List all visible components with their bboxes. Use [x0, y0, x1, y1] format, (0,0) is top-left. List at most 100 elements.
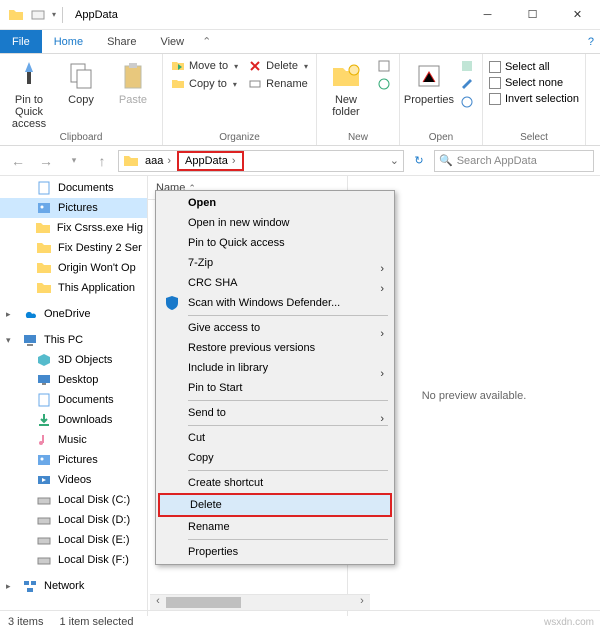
new-folder-button[interactable]: New folder: [321, 56, 371, 118]
close-button[interactable]: ✕: [555, 0, 600, 30]
nav-item[interactable]: Fix Csrss.exe Hig: [0, 218, 147, 238]
forward-button[interactable]: →: [34, 149, 58, 173]
context-item-include-in-library[interactable]: Include in library: [158, 358, 392, 378]
context-item-cut[interactable]: Cut: [158, 428, 392, 448]
nav-item[interactable]: Pictures: [0, 450, 147, 470]
help-icon[interactable]: ?: [582, 30, 600, 53]
nav-item[interactable]: Videos: [0, 470, 147, 490]
easy-access-button[interactable]: [373, 76, 395, 92]
tab-view[interactable]: View: [148, 30, 196, 53]
folder-icon: [36, 260, 52, 276]
folder-icon: [8, 7, 24, 23]
edit-button[interactable]: [456, 76, 478, 92]
breadcrumb-item[interactable]: aaa: [141, 155, 175, 167]
tab-share[interactable]: Share: [95, 30, 148, 53]
paste-icon: [117, 60, 149, 92]
context-item-pin-to-quick-access[interactable]: Pin to Quick access: [158, 233, 392, 253]
refresh-button[interactable]: ↻: [408, 150, 430, 172]
breadcrumb[interactable]: aaa AppData ⌄: [118, 150, 404, 172]
nav-item-label: This PC: [44, 334, 83, 346]
nav-item[interactable]: ▸ Network: [0, 576, 147, 596]
expand-icon[interactable]: ▾: [6, 335, 16, 346]
select-none-button[interactable]: Select none: [487, 76, 581, 90]
nav-item[interactable]: Downloads: [0, 410, 147, 430]
context-item-copy[interactable]: Copy: [158, 448, 392, 468]
nav-item[interactable]: Local Disk (C:): [0, 490, 147, 510]
context-item-scan-with-windows-defender-[interactable]: Scan with Windows Defender...: [158, 293, 392, 313]
copy-button[interactable]: Copy: [56, 56, 106, 106]
select-all-button[interactable]: Select all: [487, 60, 581, 74]
nav-item[interactable]: This Application: [0, 278, 147, 298]
context-item-7-zip[interactable]: 7-Zip: [158, 253, 392, 273]
nav-item[interactable]: Fix Destiny 2 Ser: [0, 238, 147, 258]
context-item-properties[interactable]: Properties: [158, 542, 392, 562]
nav-item[interactable]: Origin Won't Op: [0, 258, 147, 278]
nav-item[interactable]: ▾ This PC: [0, 330, 147, 350]
copy-to-button[interactable]: Copy to: [167, 76, 242, 92]
dropdown-icon[interactable]: ⌄: [390, 154, 399, 167]
context-item-open[interactable]: Open: [158, 193, 392, 213]
open-icon: [460, 59, 474, 73]
nav-item-label: Documents: [58, 394, 114, 406]
file-tab[interactable]: File: [0, 30, 42, 53]
expand-icon[interactable]: ▸: [6, 581, 16, 592]
open-button[interactable]: [456, 58, 478, 74]
quick-access-toolbar: ▾: [8, 7, 67, 23]
nav-item[interactable]: 3D Objects: [0, 350, 147, 370]
nav-pane: DocumentsPicturesFix Csrss.exe HigFix De…: [0, 176, 148, 616]
nav-item-label: 3D Objects: [58, 354, 112, 366]
nav-item[interactable]: Local Disk (F:): [0, 550, 147, 570]
context-item-send-to[interactable]: Send to: [158, 403, 392, 423]
context-item-label: Open: [188, 197, 216, 209]
minimize-button[interactable]: ─: [465, 0, 510, 30]
new-item-button[interactable]: [373, 58, 395, 74]
horizontal-scrollbar[interactable]: ‹ ›: [150, 594, 370, 610]
easy-access-icon: [377, 77, 391, 91]
back-button[interactable]: ←: [6, 149, 30, 173]
search-input[interactable]: 🔍 Search AppData: [434, 150, 594, 172]
scroll-thumb[interactable]: [166, 597, 241, 608]
scroll-left-icon[interactable]: ‹: [150, 595, 166, 610]
breadcrumb-item-appdata[interactable]: AppData: [177, 151, 243, 171]
nav-item-label: Desktop: [58, 374, 98, 386]
move-to-button[interactable]: Move to: [167, 58, 242, 74]
nav-item[interactable]: Local Disk (E:): [0, 530, 147, 550]
qat-dropdown-icon[interactable]: ▾: [52, 10, 56, 19]
context-separator: [188, 400, 388, 401]
expand-icon[interactable]: ▸: [6, 309, 16, 320]
context-item-create-shortcut[interactable]: Create shortcut: [158, 473, 392, 493]
nav-item[interactable]: Local Disk (D:): [0, 510, 147, 530]
context-item-restore-previous-versions[interactable]: Restore previous versions: [158, 338, 392, 358]
delete-button[interactable]: Delete: [244, 58, 312, 74]
nav-item[interactable]: Pictures: [0, 198, 147, 218]
history-button[interactable]: [456, 94, 478, 110]
folder-icon: [35, 220, 51, 236]
rename-button[interactable]: Rename: [244, 76, 312, 92]
context-item-pin-to-start[interactable]: Pin to Start: [158, 378, 392, 398]
tab-home[interactable]: Home: [42, 30, 95, 53]
qat-icon[interactable]: [30, 7, 46, 23]
nav-item[interactable]: Documents: [0, 390, 147, 410]
nav-item[interactable]: Desktop: [0, 370, 147, 390]
context-item-rename[interactable]: Rename: [158, 517, 392, 537]
onedrive-icon: [22, 306, 38, 322]
invert-selection-button[interactable]: Invert selection: [487, 92, 581, 106]
nav-item[interactable]: Music: [0, 430, 147, 450]
new-folder-icon: [330, 60, 362, 92]
maximize-button[interactable]: ☐: [510, 0, 555, 30]
nav-item[interactable]: Documents: [0, 178, 147, 198]
disk-icon: [36, 552, 52, 568]
context-item-give-access-to[interactable]: Give access to: [158, 318, 392, 338]
scroll-right-icon[interactable]: ›: [354, 595, 370, 610]
context-item-open-in-new-window[interactable]: Open in new window: [158, 213, 392, 233]
pin-to-quick-access-button[interactable]: Pin to Quick access: [4, 56, 54, 130]
recent-button[interactable]: ▾: [62, 149, 86, 173]
up-button[interactable]: ↑: [90, 149, 114, 173]
paste-button[interactable]: Paste: [108, 56, 158, 106]
context-item-crc-sha[interactable]: CRC SHA: [158, 273, 392, 293]
context-item-delete[interactable]: Delete: [158, 493, 392, 517]
ribbon-collapse-icon[interactable]: ⌃: [196, 30, 217, 53]
nav-item-label: Network: [44, 580, 84, 592]
properties-button[interactable]: Properties: [404, 56, 454, 106]
nav-item[interactable]: ▸OneDrive: [0, 304, 147, 324]
